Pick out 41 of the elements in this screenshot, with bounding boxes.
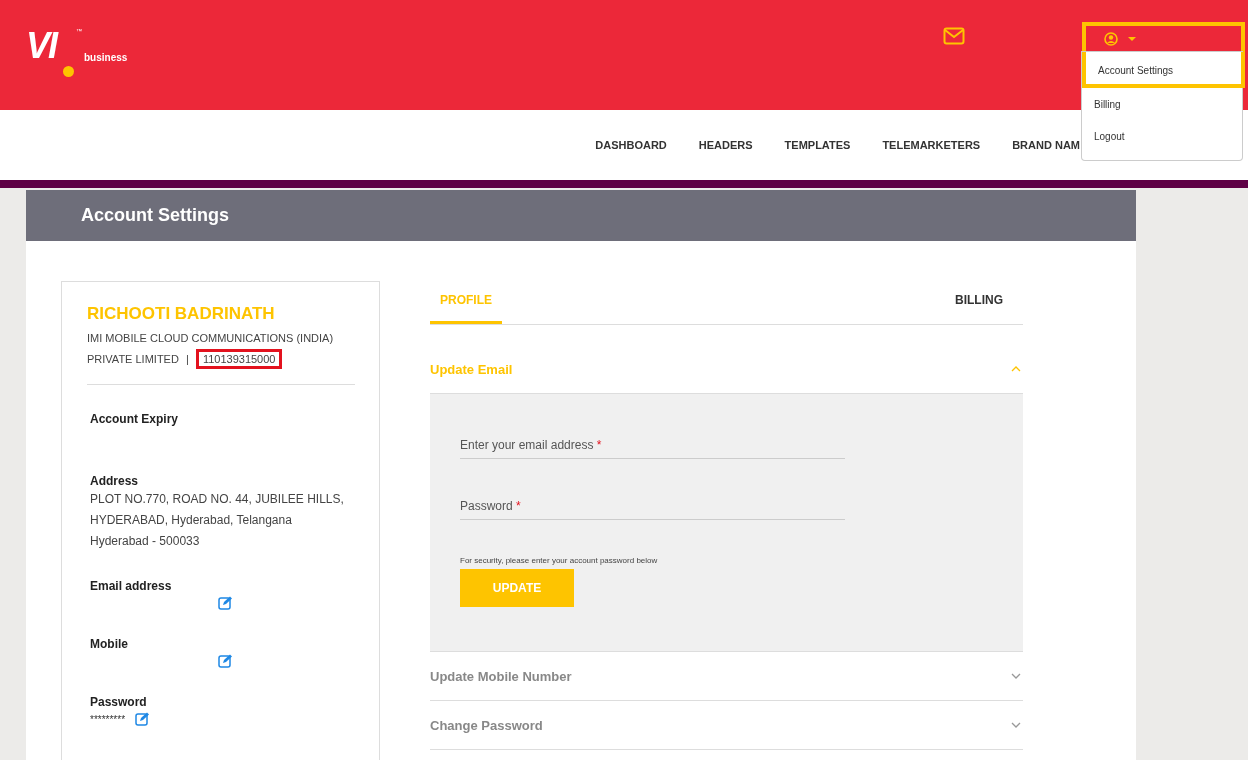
required-mark: *: [516, 499, 521, 513]
nav-link[interactable]: DASHBOARD: [595, 139, 667, 151]
field-label: Account Expiry: [90, 411, 180, 427]
page-title: Account Settings: [81, 205, 229, 226]
logo-tagline: business: [84, 52, 128, 63]
address-line: HYDERABAD, Hyderabad, Telangana: [90, 512, 293, 529]
nav-link[interactable]: HEADERS: [698, 139, 753, 151]
menu-item[interactable]: Account Settings: [1082, 52, 1245, 88]
required-mark: *: [596, 438, 602, 452]
input-field[interactable]: Enter your email address *: [460, 438, 845, 459]
field-value: *********: [90, 713, 126, 725]
section-title: Update Mobile Number: [430, 668, 572, 684]
company-name: IMI MOBILE CLOUD COMMUNICATIONS (INDIA) PRIVATE LIMITED | 110139315000: [87, 328, 367, 370]
placeholder-text: Enter your email address: [460, 438, 594, 452]
mail-icon[interactable]: [943, 27, 965, 45]
field-label: Email address: [90, 578, 173, 594]
user-icon: [1104, 32, 1118, 46]
nav-link[interactable]: TELEMARKETERS: [882, 139, 981, 151]
field-label: Mobile: [90, 636, 129, 652]
account-id: 110139315000: [195, 349, 283, 369]
separator: |: [185, 353, 189, 365]
placeholder-text: Password: [460, 499, 513, 513]
accordion-header[interactable]: Change Password: [430, 701, 1023, 750]
edit-icon[interactable]: [135, 712, 151, 726]
hint-text: For security, please enter your account password below: [460, 556, 659, 565]
field-label: Password: [90, 694, 148, 710]
edit-icon[interactable]: [218, 654, 233, 668]
address-line: Hyderabad - 500033: [90, 533, 201, 550]
profile-name: RICHOOTI BADRINATH: [87, 304, 276, 324]
logo-dot-icon: [63, 66, 74, 77]
field-label: Address: [90, 473, 140, 489]
address-line: PLOT NO.770, ROAD NO. 44, JUBILEE HILLS,: [90, 491, 345, 508]
section-title: Change Password: [430, 717, 543, 733]
tab[interactable]: BILLING: [945, 281, 1023, 324]
edit-icon[interactable]: [218, 596, 233, 610]
section-title: Update Email: [430, 361, 513, 377]
input-field[interactable]: Password *: [460, 499, 845, 520]
nav-link[interactable]: TEMPLATES: [784, 139, 851, 151]
accordion-header[interactable]: Update Mobile Number: [430, 652, 1023, 701]
logo-mark: VI: [26, 28, 56, 64]
nav-link[interactable]: BRAND NAM: [1012, 139, 1080, 151]
